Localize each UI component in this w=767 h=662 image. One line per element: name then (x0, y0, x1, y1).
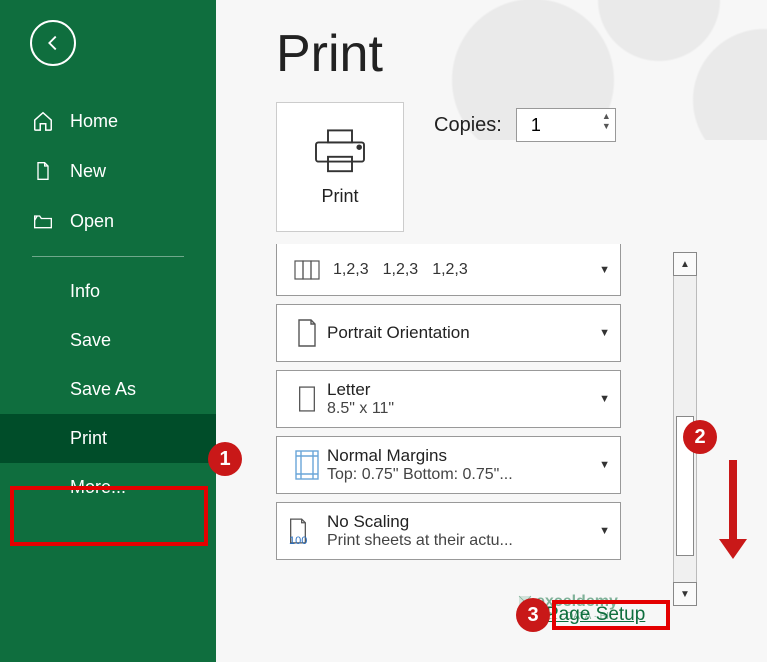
sidebar-item-label: Open (70, 211, 114, 232)
page-setup-link[interactable]: Page Setup (546, 604, 645, 626)
open-folder-icon (32, 210, 54, 232)
setting-scaling[interactable]: 100 No Scaling Print sheets at their act… (276, 502, 621, 560)
copies-value: 1 (531, 115, 541, 136)
arrow-left-icon (42, 32, 64, 54)
copies-label: Copies: (434, 114, 502, 137)
collated-values: 1,2,3 1,2,3 1,2,3 (327, 261, 599, 279)
setting-sub-text: 8.5" x 11" (327, 400, 557, 418)
annotation-arrow (719, 460, 747, 559)
setting-sub-text: Top: 0.75" Bottom: 0.75"... (327, 466, 557, 484)
setting-margins[interactable]: Normal Margins Top: 0.75" Bottom: 0.75".… (276, 436, 621, 494)
sidebar-item-label: Home (70, 111, 118, 132)
scaling-badge: 100 (289, 535, 307, 547)
sidebar-divider (32, 256, 184, 257)
sidebar-item-label: Save (70, 330, 111, 351)
setting-main-text: Letter (327, 380, 599, 400)
annotation-circle-1: 1 (208, 442, 242, 476)
home-icon (32, 110, 54, 132)
spinner-down-icon[interactable]: ▼ (602, 122, 611, 131)
copies-input[interactable]: 1 ▲ ▼ (516, 108, 616, 142)
margins-icon (287, 449, 327, 481)
print-backstage-panel: Print Print Copies: 1 ▲ ▼ (216, 0, 767, 662)
sidebar-item-more[interactable]: More... (0, 463, 216, 512)
sidebar-item-info[interactable]: Info (0, 267, 216, 316)
page-title: Print (276, 24, 747, 84)
sidebar-item-save[interactable]: Save (0, 316, 216, 365)
sidebar-item-label: New (70, 161, 106, 182)
setting-main-text: No Scaling (327, 512, 599, 532)
sidebar-item-label: More... (70, 477, 126, 498)
setting-orientation[interactable]: Portrait Orientation ▼ (276, 304, 621, 362)
new-file-icon (32, 160, 54, 182)
sidebar-item-new[interactable]: New (0, 146, 216, 196)
setting-main-text: Normal Margins (327, 446, 599, 466)
setting-main-text: Portrait Orientation (327, 323, 599, 343)
scaling-icon: 100 (287, 517, 327, 545)
sidebar-item-print[interactable]: Print (0, 414, 216, 463)
paper-size-icon (287, 385, 327, 413)
spinner-up-icon[interactable]: ▲ (602, 112, 611, 121)
sidebar-item-saveas[interactable]: Save As (0, 365, 216, 414)
chevron-down-icon: ▼ (599, 393, 610, 405)
chevron-down-icon: ▼ (599, 525, 610, 537)
collated-icon (287, 259, 327, 281)
setting-sub-text: Print sheets at their actu... (327, 532, 557, 550)
sidebar-item-label: Print (70, 428, 107, 449)
copies-row: Copies: 1 ▲ ▼ (434, 108, 616, 142)
chevron-down-icon: ▼ (599, 264, 610, 276)
chevron-down-icon: ▼ (599, 459, 610, 471)
sidebar-item-label: Info (70, 281, 100, 302)
sidebar-item-open[interactable]: Open (0, 196, 216, 246)
copies-spinner: ▲ ▼ (602, 112, 611, 131)
annotation-circle-3: 3 (516, 598, 550, 632)
backstage-sidebar: Home New Open Info Save Save As Print Mo… (0, 0, 216, 662)
printer-icon (310, 128, 370, 176)
scroll-down-button[interactable]: ▼ (673, 582, 697, 606)
sidebar-item-label: Save As (70, 379, 136, 400)
setting-paper-size[interactable]: Letter 8.5" x 11" ▼ (276, 370, 621, 428)
back-button[interactable] (30, 20, 76, 66)
annotation-circle-2: 2 (683, 420, 717, 454)
print-settings: 1,2,3 1,2,3 1,2,3 ▼ Portrait Orientation… (276, 244, 747, 560)
portrait-page-icon (287, 318, 327, 348)
chevron-down-icon: ▼ (599, 327, 610, 339)
sidebar-item-home[interactable]: Home (0, 96, 216, 146)
sidebar-submenu: Info Save Save As Print More... (0, 267, 216, 512)
print-button-label: Print (321, 186, 358, 207)
setting-collated[interactable]: 1,2,3 1,2,3 1,2,3 ▼ (276, 244, 621, 296)
print-button[interactable]: Print (276, 102, 404, 232)
